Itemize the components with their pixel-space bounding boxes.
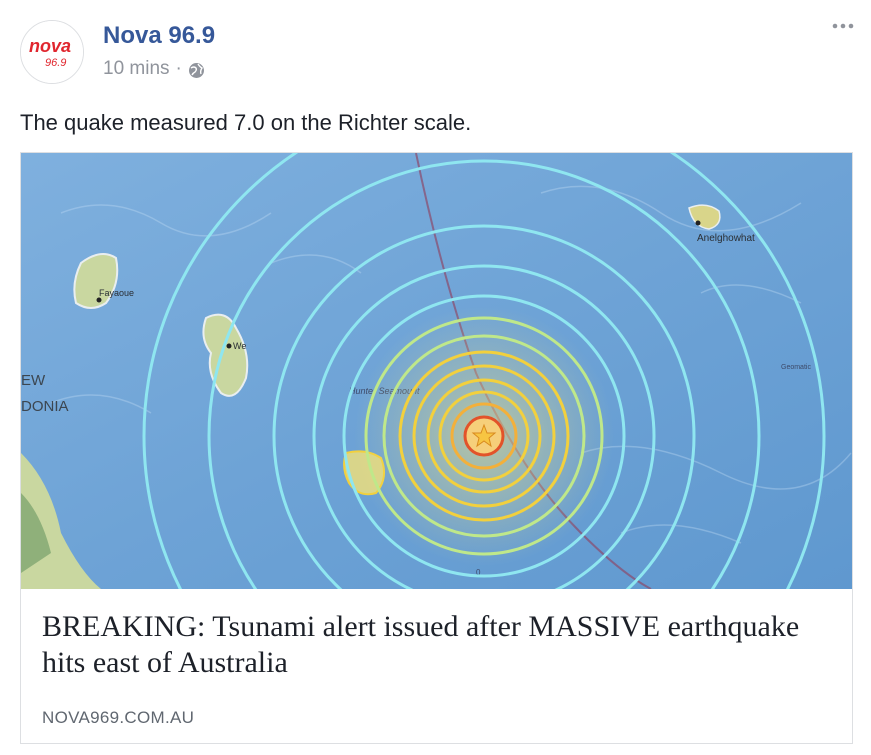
post-meta: 10 mins · <box>103 58 205 80</box>
label-new: EW <box>21 372 46 389</box>
globe-icon <box>188 62 205 79</box>
page-name-link[interactable]: Nova 96.9 <box>103 22 215 50</box>
label-caledonia: DONIA <box>21 398 69 415</box>
label-anelghowhat: Anelghowhat <box>697 233 755 244</box>
card-title[interactable]: BREAKING: Tsunami alert issued after MAS… <box>42 609 822 681</box>
post-text: The quake measured 7.0 on the Richter sc… <box>20 110 472 135</box>
ellipsis-icon <box>832 23 854 29</box>
earthquake-map: Anelghowhat Fayaoue We Hunter Seamount E… <box>21 153 852 589</box>
page-avatar[interactable]: nova 96.9 <box>20 20 84 84</box>
star-icon <box>463 415 505 457</box>
link-card[interactable]: Anelghowhat Fayaoue We Hunter Seamount E… <box>20 152 853 744</box>
meta-separator: · <box>175 58 182 79</box>
nova-logo: nova 96.9 <box>21 21 83 83</box>
timestamp[interactable]: 10 mins <box>103 58 170 80</box>
more-options-button[interactable] <box>827 14 859 38</box>
logo-word: nova <box>29 36 71 56</box>
label-we: We <box>233 341 246 351</box>
card-image[interactable]: Anelghowhat Fayaoue We Hunter Seamount E… <box>21 153 852 589</box>
logo-number: 96.9 <box>45 57 66 69</box>
label-geomatic: Geomatic <box>781 364 811 371</box>
label-fayaoue: Fayaoue <box>99 288 134 298</box>
card-domain: NOVA969.COM.AU <box>42 708 195 727</box>
